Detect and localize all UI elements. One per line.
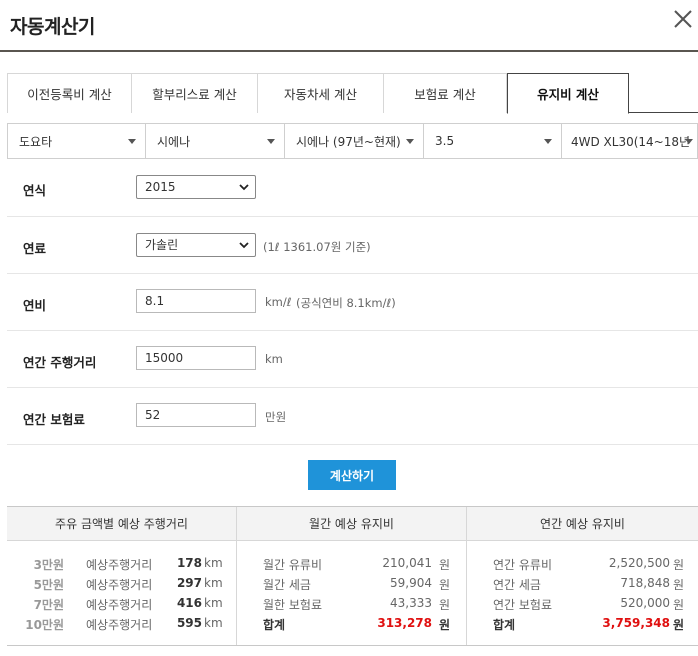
fuel-select[interactable]: 가솔린: [136, 233, 256, 257]
annual-total-unit: 원: [673, 618, 685, 632]
chevron-down-icon: [239, 184, 249, 191]
annual-cost-unit: 원: [673, 578, 685, 592]
trim-select-value: 4WD XL30(14~18년: [571, 134, 691, 149]
caret-down-icon: [406, 139, 414, 144]
annual-cost-column: 연간 예상 유지비 연간 유류비 2,520,500 원 연간 세금 718,8…: [466, 507, 698, 645]
annual-total-value: 3,759,348: [602, 616, 670, 630]
fuel-amount: 5만원: [33, 578, 64, 592]
trim-select[interactable]: 4WD XL30(14~18년: [562, 124, 697, 158]
distance-label: 예상주행거리: [86, 578, 153, 592]
engine-select-value: 3.5: [435, 134, 455, 148]
year-select-value: 2015: [145, 180, 176, 194]
distance-value: 297: [176, 576, 202, 590]
distance-label: 연간 주행거리: [23, 355, 97, 370]
annual-cost-value: 718,848: [620, 576, 670, 590]
engine-select[interactable]: 3.5: [424, 124, 562, 158]
results-table: 주유 금액별 예상 주행거리 3만원 예상주행거리 178 km 5만원 예상주…: [7, 506, 698, 646]
vehicle-selectors: 도요타 시에나 시에나 (97년~현재) 3.5 4WD XL30(14~18년: [7, 123, 698, 159]
year-select[interactable]: 2015: [136, 175, 256, 199]
distance-unit: km: [204, 616, 223, 630]
annual-cost-unit: 원: [673, 598, 685, 612]
maker-select-value: 도요타: [19, 134, 53, 149]
generation-select-value: 시에나 (97년~현재): [296, 134, 401, 149]
monthly-cost-unit: 원: [439, 598, 451, 612]
distance-unit: km: [204, 556, 223, 570]
distance-unit: km: [204, 596, 223, 610]
close-icon[interactable]: [670, 6, 696, 32]
monthly-total-unit: 원: [439, 618, 451, 632]
model-select-value: 시에나: [157, 134, 191, 149]
calculate-button[interactable]: 계산하기: [308, 460, 396, 490]
form-row-year: 연식 2015: [7, 159, 698, 217]
tab-maintenance-cost[interactable]: 유지비 계산: [507, 73, 629, 114]
annual-cost-label: 연간 보험료: [493, 598, 553, 612]
annual-cost-unit: 원: [673, 558, 685, 572]
form-row-efficiency: 연비 km/ℓ (공식연비 8.1km/ℓ): [7, 274, 698, 331]
annual-cost-label: 연간 유류비: [493, 558, 553, 572]
monthly-cost-unit: 원: [439, 558, 451, 572]
fuel-select-value: 가솔린: [145, 238, 179, 252]
distance-unit: km: [265, 352, 283, 366]
fuel-amount: 3만원: [33, 558, 64, 572]
monthly-cost-label: 월간 유류비: [263, 558, 323, 572]
distance-by-fuel-column: 주유 금액별 예상 주행거리 3만원 예상주행거리 178 km 5만원 예상주…: [7, 507, 236, 645]
monthly-cost-column: 월간 예상 유지비 월간 유류비 210,041 원 월간 세금 59,904 …: [236, 507, 466, 645]
dialog-header: 자동계산기: [0, 0, 698, 52]
annual-cost-value: 520,000: [620, 596, 670, 610]
form-row-distance: 연간 주행거리 km: [7, 331, 698, 388]
annual-total-label: 합계: [493, 618, 516, 632]
distance-label: 예상주행거리: [86, 558, 153, 572]
distance-column-header: 주유 금액별 예상 주행거리: [7, 507, 236, 541]
insurance-unit: 만원: [265, 410, 287, 424]
annual-cost-value: 2,520,500: [608, 556, 670, 570]
fuel-amount: 10만원: [25, 618, 64, 632]
generation-select[interactable]: 시에나 (97년~현재): [285, 124, 424, 158]
maker-select[interactable]: 도요타: [8, 124, 146, 158]
monthly-cost-label: 월한 보험료: [263, 598, 323, 612]
tab-insurance[interactable]: 보험료 계산: [384, 73, 507, 113]
monthly-total-value: 313,278: [377, 616, 432, 630]
monthly-cost-value: 43,333: [390, 596, 432, 610]
distance-unit: km: [204, 576, 223, 590]
efficiency-unit: km/ℓ: [265, 295, 292, 309]
fuel-amount: 7만원: [33, 598, 64, 612]
efficiency-label: 연비: [23, 298, 47, 313]
efficiency-input[interactable]: [136, 289, 256, 313]
monthly-cost-unit: 원: [439, 578, 451, 592]
fuel-label: 연료: [23, 241, 47, 256]
tab-car-tax[interactable]: 자동차세 계산: [258, 73, 384, 113]
tab-installment-lease[interactable]: 할부리스료 계산: [132, 73, 258, 113]
monthly-cost-label: 월간 세금: [263, 578, 311, 592]
form-row-fuel: 연료 가솔린 (1ℓ 1361.07원 기준): [7, 217, 698, 274]
monthly-cost-value: 210,041: [382, 556, 432, 570]
distance-label: 예상주행거리: [86, 618, 153, 632]
annual-column-header: 연간 예상 유지비: [467, 507, 698, 541]
monthly-total-label: 합계: [263, 618, 286, 632]
chevron-down-icon: [239, 242, 249, 249]
calculator-tabs: 이전등록비 계산 할부리스료 계산 자동차세 계산 보험료 계산 유지비 계산: [7, 73, 698, 114]
monthly-cost-value: 59,904: [390, 576, 432, 590]
model-select[interactable]: 시에나: [146, 124, 285, 158]
distance-value: 178: [176, 556, 202, 570]
distance-value: 595: [176, 616, 202, 630]
distance-input[interactable]: [136, 346, 256, 370]
distance-label: 예상주행거리: [86, 598, 153, 612]
insurance-input[interactable]: [136, 403, 256, 427]
monthly-column-header: 월간 예상 유지비: [237, 507, 466, 541]
distance-value: 416: [176, 596, 202, 610]
tab-transfer-registration[interactable]: 이전등록비 계산: [7, 73, 132, 113]
year-label: 연식: [23, 183, 47, 198]
form-row-insurance: 연간 보험료 만원: [7, 388, 698, 445]
official-efficiency-note: (공식연비 8.1km/ℓ): [296, 296, 396, 310]
dialog-title: 자동계산기: [10, 16, 95, 38]
fuel-price-note: (1ℓ 1361.07원 기준): [263, 240, 371, 254]
insurance-label: 연간 보험료: [23, 412, 85, 427]
caret-down-icon: [544, 139, 552, 144]
annual-cost-label: 연간 세금: [493, 578, 541, 592]
caret-down-icon: [685, 139, 693, 144]
caret-down-icon: [267, 139, 275, 144]
caret-down-icon: [128, 139, 136, 144]
